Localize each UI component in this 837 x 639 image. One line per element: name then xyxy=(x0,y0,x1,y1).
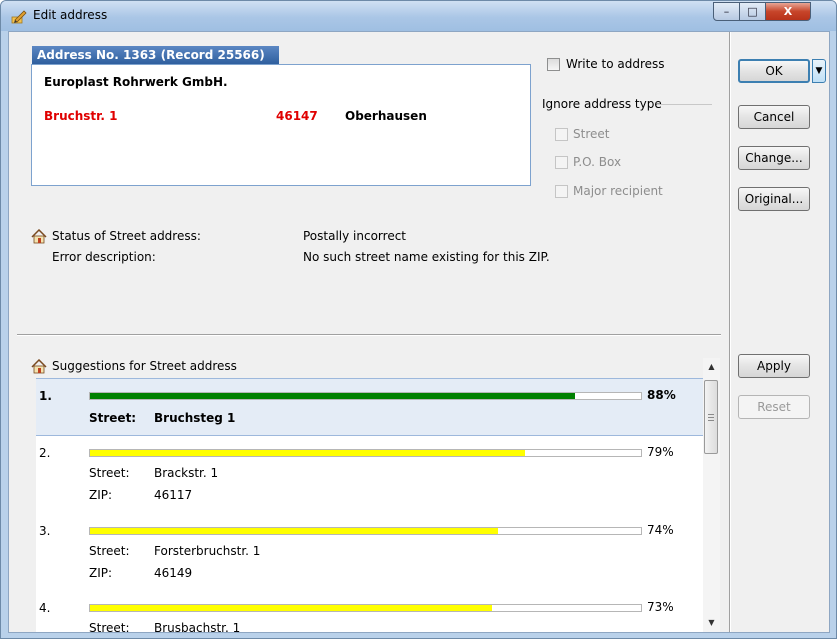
reset-button[interactable]: Reset xyxy=(738,395,810,419)
suggestion-row-3[interactable]: 3. 74% Street: Forsterbruchstr. 1 ZIP: 4… xyxy=(36,514,703,591)
ignore-address-type-label: Ignore address type xyxy=(542,97,662,111)
match-bar-fill xyxy=(90,528,498,534)
street-label: Street: xyxy=(89,411,137,425)
address-zip: 46147 xyxy=(276,109,318,123)
street-value: Bruchsteg 1 xyxy=(154,411,236,425)
window-title: Edit address xyxy=(33,8,108,22)
match-percent: 74% xyxy=(647,523,674,537)
match-percent: 88% xyxy=(647,388,676,402)
match-percent: 79% xyxy=(647,445,674,459)
house-icon xyxy=(31,229,47,244)
zip-label: ZIP: xyxy=(89,566,113,580)
maximize-button[interactable]: □ xyxy=(739,2,766,21)
suggestion-number: 1. xyxy=(39,389,52,403)
match-bar-fill xyxy=(90,393,575,399)
address-box: Europlast Rohrwerk GmbH. Bruchstr. 1 461… xyxy=(31,64,531,186)
change-label: Change... xyxy=(745,151,803,165)
minimize-button[interactable]: – xyxy=(713,2,740,21)
suggestions-scrollbar[interactable]: ▲ ▼ xyxy=(703,358,720,632)
zip-value: 46117 xyxy=(154,488,193,502)
original-button[interactable]: Original... xyxy=(738,187,810,211)
match-bar xyxy=(89,449,642,457)
street-value: Brackstr. 1 xyxy=(154,466,219,480)
scroll-up-icon[interactable]: ▲ xyxy=(703,358,720,375)
reset-label: Reset xyxy=(757,400,791,414)
suggestion-row-2[interactable]: 2. 79% Street: Brackstr. 1 ZIP: 46117 xyxy=(36,436,703,514)
grip-line xyxy=(708,417,714,418)
ok-button[interactable]: OK xyxy=(738,59,810,83)
match-bar-fill xyxy=(90,450,526,456)
grip-line xyxy=(708,420,714,421)
suggestion-row-4[interactable]: 4. 73% Street: Brusbachstr. 1 xyxy=(36,591,703,632)
house-icon xyxy=(31,359,47,374)
write-to-address-checkbox[interactable] xyxy=(547,58,560,71)
ignore-po-box-label: P.O. Box xyxy=(573,155,622,169)
ignore-major-recipient-checkbox[interactable] xyxy=(555,185,568,198)
cancel-label: Cancel xyxy=(753,110,795,124)
apply-label: Apply xyxy=(757,359,791,373)
change-button[interactable]: Change... xyxy=(738,146,810,170)
grip-line xyxy=(708,414,714,415)
status-label: Status of Street address: xyxy=(52,229,201,243)
match-bar xyxy=(89,604,642,612)
address-header: Address No. 1363 (Record 25566) xyxy=(32,46,279,64)
address-street: Bruchstr. 1 xyxy=(44,109,118,123)
edit-address-window: Edit address – □ X Address No. 1363 (Rec… xyxy=(0,0,837,639)
match-bar xyxy=(89,527,642,535)
dialog-client-area: Address No. 1363 (Record 25566) Europlas… xyxy=(8,31,830,633)
match-bar-fill xyxy=(90,605,493,611)
street-value: Forsterbruchstr. 1 xyxy=(154,544,261,558)
suggestion-number: 3. xyxy=(39,524,51,538)
address-city: Oberhausen xyxy=(345,109,427,123)
group-divider xyxy=(657,104,712,105)
zip-label: ZIP: xyxy=(89,488,113,502)
match-percent: 73% xyxy=(647,600,674,614)
scroll-thumb[interactable] xyxy=(704,380,718,454)
status-value: Postally incorrect xyxy=(303,229,407,243)
street-value: Brusbachstr. 1 xyxy=(154,621,241,632)
suggestions-title: Suggestions for Street address xyxy=(52,359,237,373)
apply-button[interactable]: Apply xyxy=(738,354,810,378)
cancel-button[interactable]: Cancel xyxy=(738,105,810,129)
write-to-address-label: Write to address xyxy=(566,57,665,71)
suggestion-number: 4. xyxy=(39,601,51,615)
suggestion-row-1[interactable]: 1. 88% Street: Bruchsteg 1 xyxy=(36,378,703,436)
zip-value: 46149 xyxy=(154,566,193,580)
title-bar[interactable]: Edit address – □ X xyxy=(1,1,836,31)
original-label: Original... xyxy=(744,192,804,206)
maximize-icon: □ xyxy=(747,5,758,18)
minimize-icon: – xyxy=(723,5,730,18)
ignore-major-recipient-label: Major recipient xyxy=(573,184,663,198)
close-button[interactable]: X xyxy=(765,2,811,21)
ignore-street-label: Street xyxy=(573,127,610,141)
company-name: Europlast Rohrwerk GmbH. xyxy=(44,75,228,89)
scroll-down-icon[interactable]: ▼ xyxy=(703,614,720,631)
error-value: No such street name existing for this ZI… xyxy=(303,250,550,264)
suggestions-list[interactable]: 1. 88% Street: Bruchsteg 1 2. 79% Street… xyxy=(36,378,703,632)
street-label: Street: xyxy=(89,621,130,632)
horizontal-separator xyxy=(17,334,721,335)
error-label: Error description: xyxy=(52,250,156,264)
match-bar xyxy=(89,392,642,400)
ok-label: OK xyxy=(765,64,783,78)
vertical-separator xyxy=(729,32,730,632)
ignore-street-checkbox[interactable] xyxy=(555,128,568,141)
street-label: Street: xyxy=(89,466,130,480)
ok-dropdown-button[interactable]: ▼ xyxy=(812,59,826,83)
street-label: Street: xyxy=(89,544,130,558)
close-icon: X xyxy=(783,5,793,18)
ignore-po-box-checkbox[interactable] xyxy=(555,156,568,169)
edit-pencil-icon xyxy=(11,10,27,24)
suggestion-number: 2. xyxy=(39,446,51,460)
chevron-down-icon: ▼ xyxy=(815,66,823,76)
